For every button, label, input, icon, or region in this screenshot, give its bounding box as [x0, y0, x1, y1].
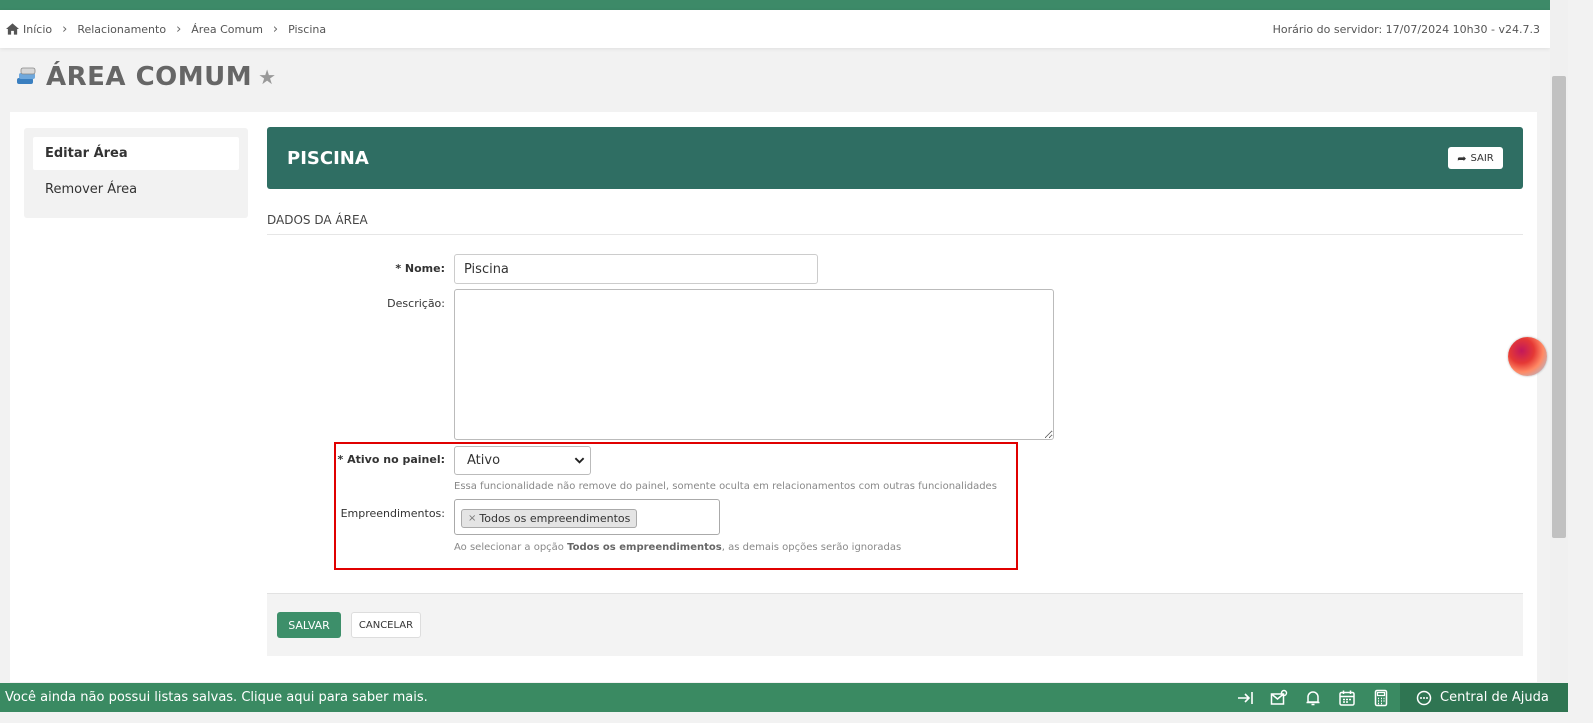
- server-time: Horário do servidor: 17/07/2024 10h30 - …: [1272, 23, 1540, 36]
- page-header: ÁREA COMUM ★: [14, 62, 276, 92]
- chevron-right-icon: ›: [62, 21, 68, 37]
- side-menu: Editar Área Remover Área: [24, 128, 248, 218]
- close-icon[interactable]: ×: [468, 513, 476, 524]
- chevron-right-icon: ›: [272, 21, 279, 37]
- help-center-label: Central de Ajuda: [1440, 690, 1549, 705]
- breadcrumb-home[interactable]: Início: [6, 23, 52, 36]
- side-menu-item-remove-area[interactable]: Remover Área: [33, 173, 239, 206]
- saved-lists-message[interactable]: Você ainda não possui listas salvas. Cli…: [0, 690, 428, 705]
- developments-label: Empreendimentos:: [340, 507, 445, 520]
- required-asterisk: *: [395, 262, 405, 275]
- top-stripe: [0, 0, 1550, 10]
- bottom-bar: Você ainda não possui listas salvas. Cli…: [0, 683, 1568, 712]
- breadcrumb: Início › Relacionamento › Área Comum › P…: [0, 22, 326, 37]
- active-help-text: Essa funcionalidade não remove do painel…: [454, 481, 997, 492]
- description-textarea[interactable]: [454, 289, 1054, 440]
- developments-multiselect[interactable]: × Todos os empreendimentos: [454, 499, 720, 535]
- home-icon: [6, 23, 19, 35]
- breadcrumb-item-piscina: Piscina: [288, 22, 327, 36]
- required-asterisk: *: [337, 453, 348, 466]
- chevron-right-icon: ›: [176, 21, 182, 37]
- breadcrumb-item-relacionamento[interactable]: Relacionamento: [77, 23, 166, 36]
- side-menu-item-edit-area[interactable]: Editar Área: [33, 137, 239, 170]
- section-title: DADOS DA ÁREA: [267, 213, 1523, 235]
- card-title: PISCINA: [287, 147, 369, 169]
- bottom-toolbar: [1220, 683, 1390, 712]
- name-input[interactable]: [454, 254, 818, 284]
- mail-settings-icon[interactable]: [1270, 689, 1288, 707]
- active-select[interactable]: Ativo: [454, 446, 591, 475]
- collapse-right-icon[interactable]: [1236, 689, 1254, 707]
- developments-help-text: Ao selecionar a opção Todos os empreendi…: [454, 542, 902, 553]
- chat-icon: [1416, 690, 1432, 705]
- page-title: ÁREA COMUM: [46, 62, 253, 92]
- stack-icon: [17, 67, 36, 84]
- name-label: * Nome:: [395, 262, 445, 275]
- breadcrumb-item-area-comum[interactable]: Área Comum: [191, 23, 263, 36]
- developments-tag-label: Todos os empreendimentos: [479, 512, 631, 525]
- bottom-strip: [0, 712, 1593, 723]
- share-arrow-icon: ➦: [1457, 151, 1467, 165]
- developments-tag: × Todos os empreendimentos: [461, 509, 638, 528]
- breadcrumb-home-label: Início: [23, 22, 53, 36]
- card-header: PISCINA ➦ SAIR: [267, 127, 1523, 189]
- active-label: * Ativo no painel:: [337, 453, 445, 466]
- form-actions: SALVAR CANCELAR: [267, 593, 1523, 656]
- save-button[interactable]: SALVAR: [277, 612, 341, 638]
- exit-button-label: SAIR: [1470, 152, 1494, 164]
- description-label: Descrição:: [387, 297, 445, 310]
- star-icon[interactable]: ★: [258, 65, 276, 89]
- cancel-button[interactable]: CANCELAR: [351, 612, 421, 638]
- calculator-icon[interactable]: [1372, 689, 1390, 707]
- help-center-button[interactable]: Central de Ajuda: [1400, 683, 1568, 712]
- assistant-avatar[interactable]: [1508, 337, 1547, 376]
- exit-button[interactable]: ➦ SAIR: [1448, 147, 1503, 169]
- bell-icon[interactable]: [1304, 689, 1322, 707]
- calendar-icon[interactable]: [1338, 689, 1356, 707]
- active-select-value: Ativo: [467, 453, 501, 468]
- scrollbar-thumb[interactable]: [1552, 76, 1566, 538]
- chevron-down-icon: [574, 457, 585, 464]
- breadcrumb-bar: Início › Relacionamento › Área Comum › P…: [0, 10, 1550, 48]
